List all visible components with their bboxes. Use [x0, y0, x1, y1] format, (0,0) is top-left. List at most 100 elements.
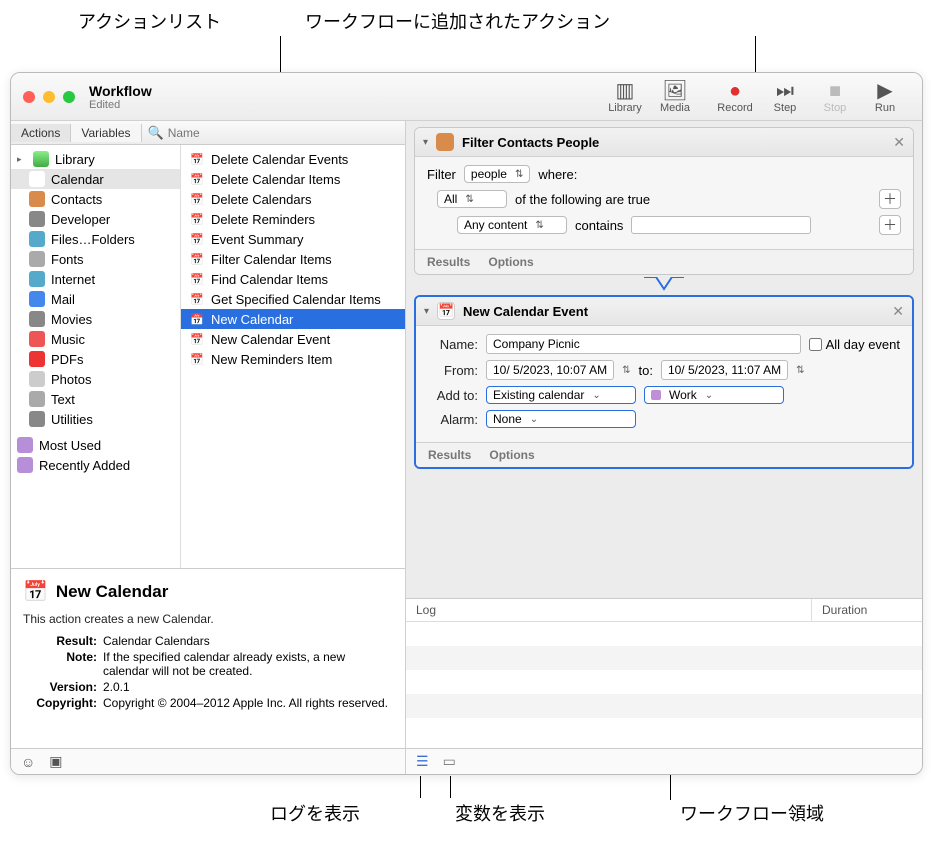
action-new-reminders-item[interactable]: 📅 New Reminders Item	[181, 349, 405, 369]
action-label: Filter Calendar Items	[211, 252, 332, 267]
to-date-input[interactable]: 10/ 5/2023, 11:07 AM	[661, 360, 788, 380]
info-description: This action creates a new Calendar.	[23, 612, 393, 626]
workflow-area[interactable]: ▾ Filter Contacts People ✕ Filter people…	[406, 121, 922, 598]
add-rule-button[interactable]: ＋	[879, 189, 901, 209]
results-tab[interactable]: Results	[428, 448, 471, 462]
sidebar-item-developer[interactable]: Developer	[11, 209, 180, 229]
right-footer: ☰ ▭	[406, 748, 922, 774]
filter-target-select[interactable]: people	[464, 165, 530, 183]
sidebar-item-label: Most Used	[39, 438, 101, 453]
stepper-icon[interactable]: ⇅	[796, 365, 804, 376]
action-delete-calendar-items[interactable]: 📅Delete Calendar Items	[181, 169, 405, 189]
sidebar-item-internet[interactable]: Internet	[11, 269, 180, 289]
window-controls	[23, 91, 75, 103]
search-input[interactable]	[164, 124, 399, 142]
category-icon	[29, 311, 45, 327]
results-tab[interactable]: Results	[427, 255, 470, 269]
stepper-icon[interactable]: ⇅	[622, 365, 630, 376]
all-any-select[interactable]: All	[437, 190, 507, 208]
property-select[interactable]: Any content	[457, 216, 567, 234]
left-footer: ☺ ▣	[11, 748, 405, 774]
contacts-icon	[436, 133, 454, 151]
category-icon	[29, 331, 45, 347]
action-delete-reminders[interactable]: 📅Delete Reminders	[181, 209, 405, 229]
add-to-select[interactable]: Existing calendar	[486, 386, 636, 404]
options-tab[interactable]: Options	[489, 448, 534, 462]
action-delete-calendars[interactable]: 📅Delete Calendars	[181, 189, 405, 209]
action-label: Delete Calendar Items	[211, 172, 340, 187]
action-filter-calendar-items[interactable]: 📅Filter Calendar Items	[181, 249, 405, 269]
titlebar: Workflow Edited ▥Library 🖼Media ●Record …	[11, 73, 922, 121]
sidebar-item-mail[interactable]: Mail	[11, 289, 180, 309]
calendar-select[interactable]: Work	[644, 386, 784, 404]
category-icon	[29, 251, 45, 267]
tab-variables[interactable]: Variables	[71, 124, 141, 142]
stop-icon: ■	[829, 80, 841, 102]
tab-actions[interactable]: Actions	[11, 124, 71, 142]
disclosure-icon[interactable]: ▾	[423, 137, 428, 148]
action-label: New Reminders Item	[211, 352, 332, 367]
from-date-input[interactable]: 10/ 5/2023, 10:07 AM	[486, 360, 614, 380]
show-log-button[interactable]: ☰	[416, 753, 429, 770]
sidebar-item-utilities[interactable]: Utilities	[11, 409, 180, 429]
media-toolbar-button[interactable]: 🖼Media	[650, 80, 700, 114]
options-tab[interactable]: Options	[488, 255, 533, 269]
duration-column-header[interactable]: Duration	[812, 599, 922, 621]
action-new-calendar-event[interactable]: 📅New Calendar Event	[181, 329, 405, 349]
calendar-icon: 📅	[189, 351, 205, 367]
category-icon	[29, 211, 45, 227]
action-find-calendar-items[interactable]: 📅Find Calendar Items	[181, 269, 405, 289]
step-toolbar-button[interactable]: ⏭Step	[760, 80, 810, 114]
search-field[interactable]: 🔍	[142, 124, 406, 142]
remove-action-button[interactable]: ✕	[893, 134, 905, 151]
sidebar-item-contacts[interactable]: Contacts	[11, 189, 180, 209]
sidebar-item-label: PDFs	[51, 352, 84, 367]
sidebar-item-calendar[interactable]: Calendar	[11, 169, 180, 189]
card-title: Filter Contacts People	[462, 135, 885, 150]
info-title: New Calendar	[56, 582, 168, 602]
action-new-calendar[interactable]: 📅New Calendar	[181, 309, 405, 329]
card-title: New Calendar Event	[463, 304, 884, 319]
run-toolbar-button[interactable]: ▶Run	[860, 80, 910, 114]
sidebar-smart-mostused[interactable]: Most Used	[11, 435, 180, 455]
sidebar-item-pdfs[interactable]: PDFs	[11, 349, 180, 369]
remove-action-button[interactable]: ✕	[892, 303, 904, 320]
show-variables-button[interactable]: ▭	[443, 753, 456, 770]
event-name-input[interactable]: Company Picnic	[486, 334, 801, 354]
sidebar-item-fonts[interactable]: Fonts	[11, 249, 180, 269]
log-panel: Log Duration	[406, 598, 922, 748]
sidebar-item-movies[interactable]: Movies	[11, 309, 180, 329]
calendar-icon: 📅	[189, 331, 205, 347]
annotation-workflow-area: ワークフロー領域	[680, 800, 824, 826]
library-toolbar-button[interactable]: ▥Library	[600, 80, 650, 114]
action-delete-calendar-events[interactable]: 📅Delete Calendar Events	[181, 149, 405, 169]
calendar-icon: 📅	[189, 211, 205, 227]
contains-value-input[interactable]	[631, 216, 811, 234]
action-card-filter-contacts: ▾ Filter Contacts People ✕ Filter people…	[414, 127, 914, 275]
log-column-header[interactable]: Log	[406, 599, 812, 621]
all-day-checkbox[interactable]: All day event	[809, 337, 900, 352]
stop-toolbar-button[interactable]: ■Stop	[810, 80, 860, 114]
action-event-summary[interactable]: 📅Event Summary	[181, 229, 405, 249]
add-condition-button[interactable]: ＋	[879, 215, 901, 235]
category-icon	[29, 391, 45, 407]
calendar-icon: 📅	[437, 302, 455, 320]
zoom-window-button[interactable]	[63, 91, 75, 103]
alarm-select[interactable]: None	[486, 410, 636, 428]
toggle-info-icon[interactable]: ▣	[49, 753, 62, 770]
action-label: Delete Calendars	[211, 192, 311, 207]
sidebar-item-music[interactable]: Music	[11, 329, 180, 349]
close-window-button[interactable]	[23, 91, 35, 103]
disclosure-icon[interactable]: ▾	[424, 306, 429, 317]
record-toolbar-button[interactable]: ●Record	[710, 80, 760, 114]
sidebar-item-photos[interactable]: Photos	[11, 369, 180, 389]
sidebar-smart-recentlyadded[interactable]: Recently Added	[11, 455, 180, 475]
smile-icon[interactable]: ☺	[21, 754, 35, 770]
sidebar-item-label: Mail	[51, 292, 75, 307]
sidebar-header-library[interactable]: Library	[11, 149, 180, 169]
sidebar-item-filesfolders[interactable]: Files…Folders	[11, 229, 180, 249]
action-get-specified-calendar-items[interactable]: 📅Get Specified Calendar Items	[181, 289, 405, 309]
workflow-panel: ▾ Filter Contacts People ✕ Filter people…	[406, 121, 922, 774]
sidebar-item-text[interactable]: Text	[11, 389, 180, 409]
minimize-window-button[interactable]	[43, 91, 55, 103]
